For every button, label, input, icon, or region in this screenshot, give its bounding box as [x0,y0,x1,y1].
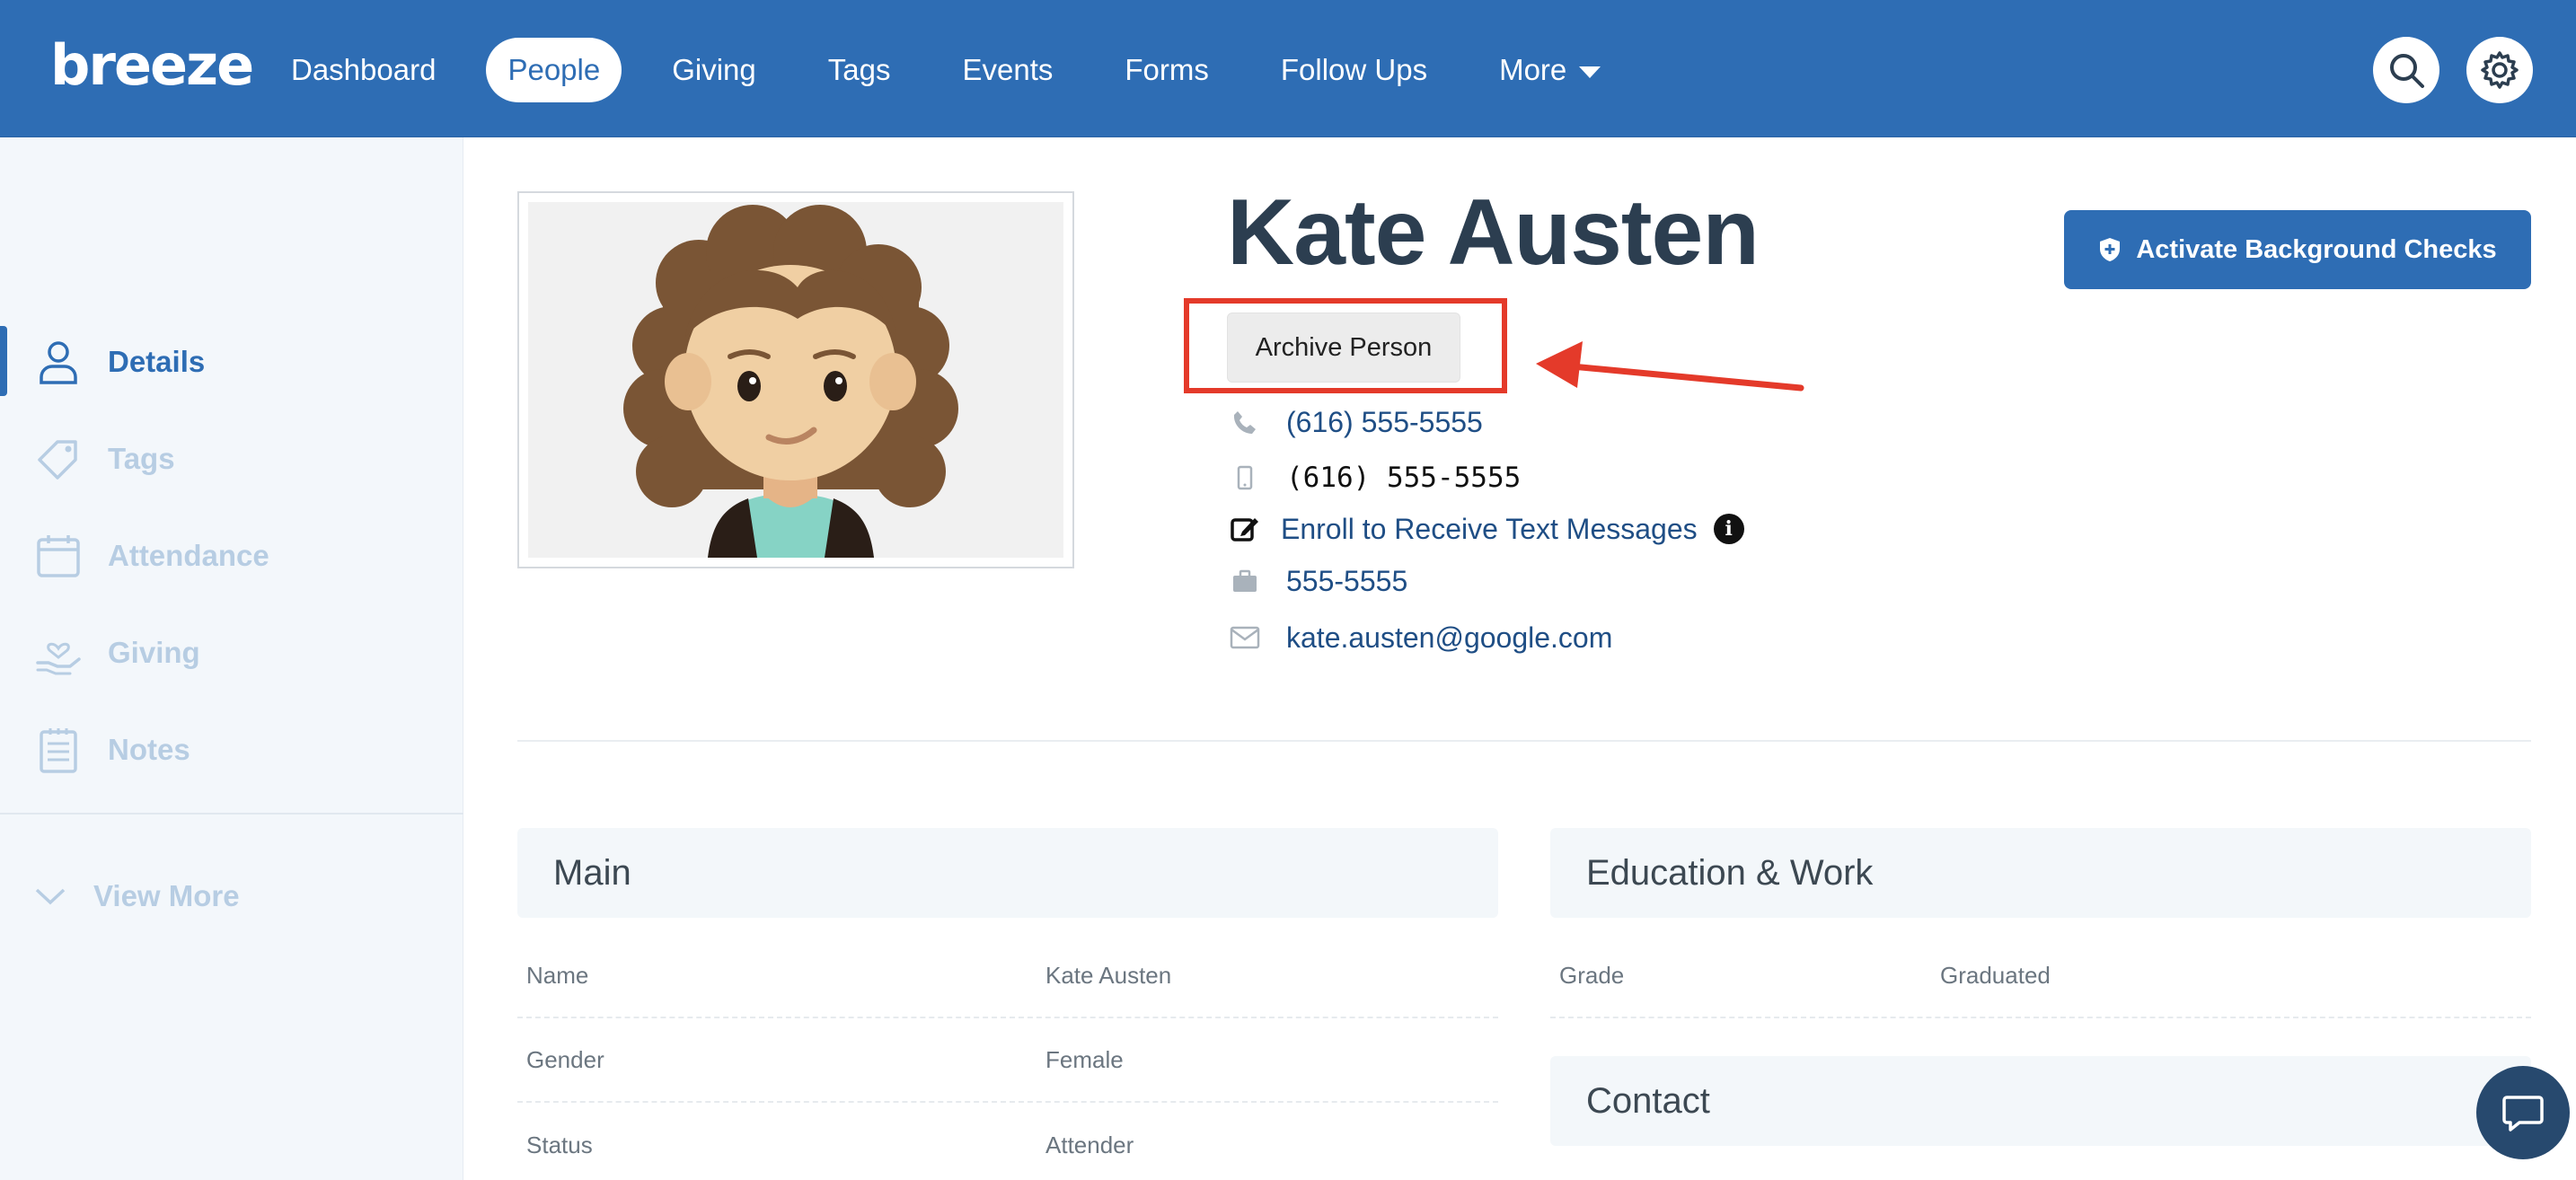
briefcase-icon [1227,563,1263,599]
sidebar-item-notes[interactable]: Notes [0,701,463,798]
sidebar-item-label: Notes [108,733,190,766]
tag-icon [38,440,77,480]
view-more-toggle[interactable]: View More [34,879,240,913]
chat-button[interactable] [2476,1066,2570,1159]
person-icon [40,341,77,384]
shield-icon [2100,238,2121,261]
search-button[interactable] [2373,37,2439,103]
field-label: Name [526,961,589,989]
sidebar-item-label: Giving [108,636,200,669]
chat-bubble-icon [2502,1096,2544,1132]
work-phone-link[interactable]: 555-5555 [1286,565,1407,598]
chevron-down-icon [1579,66,1601,78]
section-contact-header: Contact [1550,1056,2531,1146]
work-phone-row: 555-5555 [1227,559,1407,603]
field-label: Gender [526,1045,604,1073]
search-icon [2390,54,2424,88]
activate-background-checks-button[interactable]: Activate Background Checks [2064,210,2531,289]
nav-more[interactable]: More [1478,38,1622,102]
annotation-highlight-box [1184,298,1507,393]
info-icon[interactable]: i [1713,514,1744,544]
section-main-header: Main [517,828,1498,918]
mobile-phone-icon [1227,460,1263,496]
sidebar: Details Tags Attendance Giving Notes Vie… [0,137,463,1180]
section-education-header: Education & Work [1550,828,2531,918]
sidebar-item-tags[interactable]: Tags [0,410,463,507]
email-link[interactable]: kate.austen@google.com [1286,621,1612,655]
nav-tags[interactable]: Tags [807,38,913,102]
nav-follow-ups[interactable]: Follow Ups [1259,38,1449,102]
email-row: kate.austen@google.com [1227,615,1612,660]
view-more-label: View More [93,879,240,912]
nav-more-label: More [1499,53,1567,86]
section-divider [517,740,2531,742]
sidebar-item-attendance[interactable]: Attendance [0,507,463,604]
sidebar-item-label: Tags [108,442,175,475]
home-phone-row: (616) 555-5555 [1227,400,1483,445]
nav-events[interactable]: Events [940,38,1074,102]
enroll-text-row: Enroll to Receive Text Messages i [1227,506,1744,551]
breeze-logo[interactable]: breeze [50,32,254,98]
mobile-phone-value: (616) 555-5555 [1286,462,1522,494]
nav-people[interactable]: People [486,38,622,102]
person-name: Kate Austen [1227,181,1760,285]
settings-button[interactable] [2466,37,2533,103]
field-label: Grade [1559,961,1625,989]
field-value: Graduated [1940,961,2051,989]
sidebar-divider [0,813,463,815]
field-value: Kate Austen [1045,961,1172,989]
chevron-down-icon [35,888,66,905]
nav-forms[interactable]: Forms [1103,38,1231,102]
avatar-illustration [528,202,1063,558]
avatar [528,202,1063,558]
sidebar-item-giving[interactable]: Giving [0,604,463,701]
field-label: Status [526,1131,593,1158]
nav-dashboard[interactable]: Dashboard [269,38,457,102]
sidebar-item-label: Attendance [108,539,269,572]
notes-icon [40,728,77,773]
table-row: Gender Female [517,1018,1498,1103]
sidebar-item-label: Details [108,345,206,378]
field-value: Attender [1045,1131,1134,1158]
edit-icon [1227,511,1263,547]
home-phone-link[interactable]: (616) 555-5555 [1286,406,1483,439]
table-row: Name Kate Austen [517,934,1498,1018]
top-nav-bar: breeze Dashboard People Giving Tags Even… [0,0,2576,137]
gear-icon [2481,51,2519,89]
nav-giving[interactable]: Giving [650,38,778,102]
calendar-icon [37,535,80,577]
envelope-icon [1227,620,1263,656]
enroll-text-messages-link[interactable]: Enroll to Receive Text Messages [1281,513,1698,546]
mobile-phone-row: (616) 555-5555 [1227,455,1521,500]
sidebar-item-details[interactable]: Details [0,313,463,410]
main-nav: Dashboard People Giving Tags Events Form… [269,38,1651,102]
table-row: Grade Graduated [1550,934,2531,1018]
phone-icon [1227,404,1263,440]
activate-background-checks-label: Activate Background Checks [2136,234,2497,264]
annotation-arrow [1536,341,1804,392]
field-value: Female [1045,1045,1124,1073]
table-row: Status Attender [517,1103,1498,1180]
hand-heart-icon [36,642,81,675]
profile-photo[interactable] [517,191,1074,568]
